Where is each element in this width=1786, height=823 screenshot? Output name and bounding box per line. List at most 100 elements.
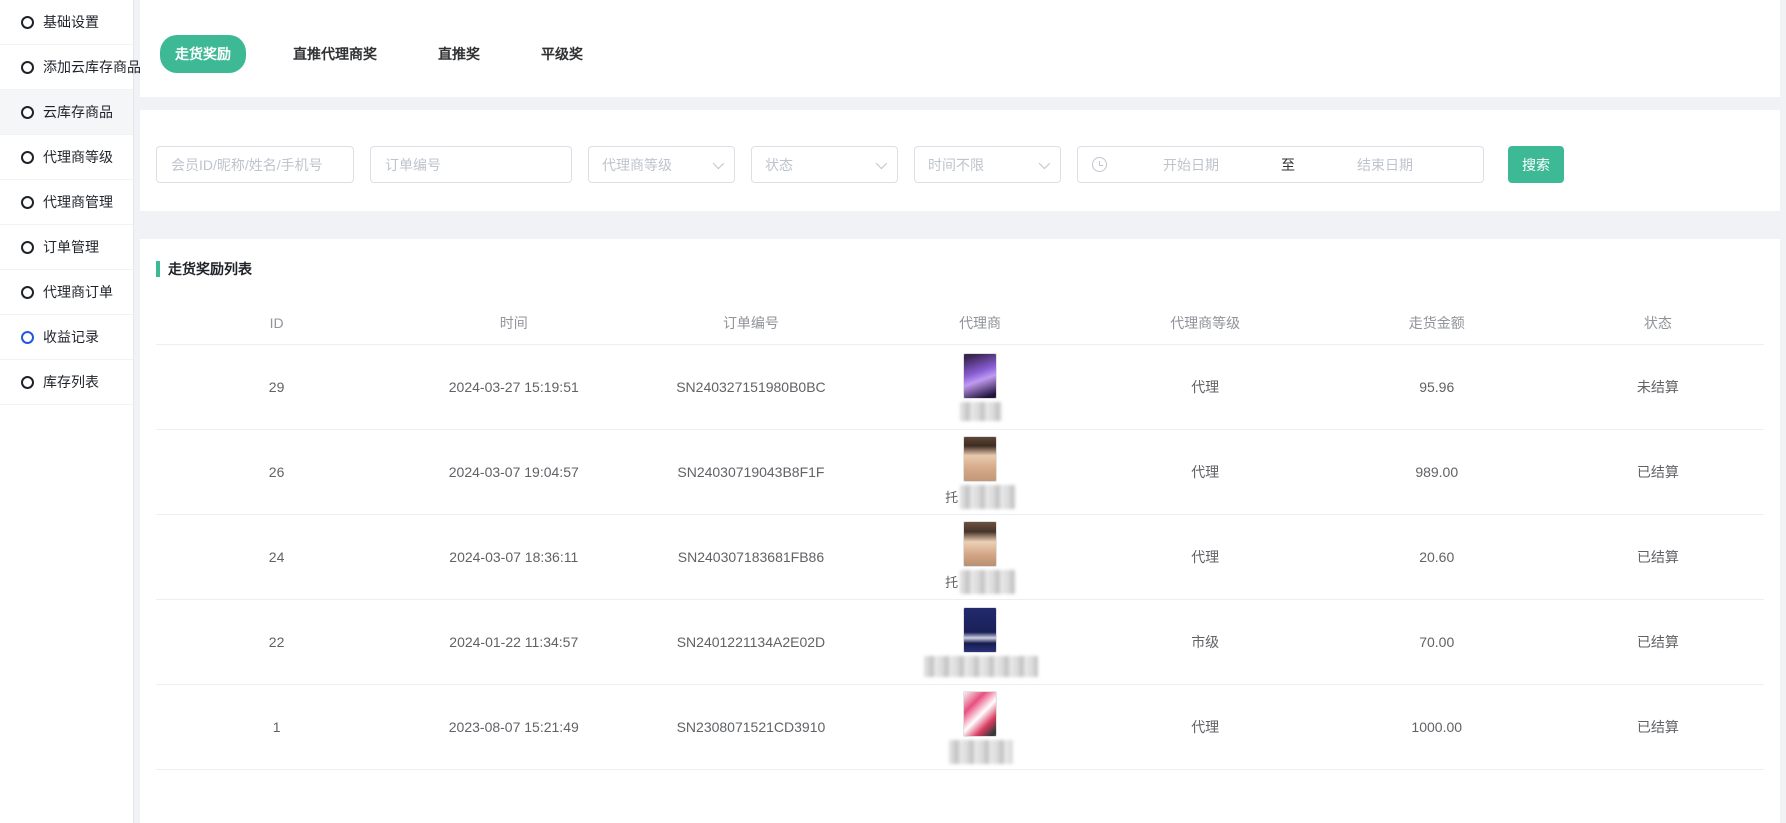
sidebar-item-label: 库存列表 — [43, 372, 99, 392]
section-title: 走货奖励列表 — [156, 259, 1764, 279]
censored-name-block — [949, 740, 1013, 764]
radio-circle-icon — [21, 196, 34, 209]
agent-avatar — [963, 691, 997, 737]
sidebar-item-earnings-records[interactable]: 收益记录 — [0, 315, 133, 360]
cell-agent — [872, 691, 1089, 764]
sidebar-item-label: 代理商订单 — [43, 282, 113, 302]
col-header-agent: 代理商 — [872, 313, 1089, 333]
col-header-amount: 走货金额 — [1322, 313, 1552, 333]
cell-agent — [872, 607, 1089, 677]
agent-level-select[interactable]: 代理商等级 — [588, 146, 735, 183]
cell-status: 已结算 — [1552, 547, 1764, 567]
censored-name-block — [924, 656, 1038, 677]
table-row: 1 2023-08-07 15:21:49 SN2308071521CD3910… — [156, 685, 1764, 770]
chevron-down-icon — [713, 157, 724, 168]
radio-circle-icon — [21, 151, 34, 164]
agent-name-censored: 托 — [945, 485, 1015, 509]
sidebar-item-agent-management[interactable]: 代理商管理 — [0, 180, 133, 225]
table-row: 24 2024-03-07 18:36:11 SN240307183681FB8… — [156, 515, 1764, 600]
censored-name-block — [960, 570, 1015, 594]
order-no-input[interactable] — [370, 146, 572, 183]
table-row: 26 2024-03-07 19:04:57 SN24030719043B8F1… — [156, 430, 1764, 515]
cell-status: 已结算 — [1552, 717, 1764, 737]
cell-time: 2024-03-07 19:04:57 — [397, 464, 630, 480]
agent-avatar — [963, 436, 997, 482]
cell-id: 26 — [156, 464, 397, 480]
sidebar-item-add-cloud-stock-product[interactable]: 添加云库存商品 — [0, 45, 133, 90]
chevron-down-icon — [876, 157, 887, 168]
radio-circle-icon — [21, 61, 34, 74]
date-range-separator: 至 — [1275, 155, 1301, 175]
cell-order-no: SN2308071521CD3910 — [630, 719, 871, 735]
sidebar: 基础设置 添加云库存商品 云库存商品 代理商等级 代理商管理 订单管理 代理商订… — [0, 0, 134, 823]
agent-avatar — [963, 353, 997, 399]
status-select[interactable]: 状态 — [751, 146, 898, 183]
main-content: 走货奖励 直推代理商奖 直推奖 平级奖 代理商等级 状态 时间不限 开始日期 — [140, 0, 1786, 823]
radio-circle-icon — [21, 16, 34, 29]
cell-agent: 托 — [872, 436, 1089, 509]
cell-order-no: SN240327151980B0BC — [630, 379, 871, 395]
sidebar-item-label: 云库存商品 — [43, 102, 113, 122]
section-title-text: 走货奖励列表 — [168, 259, 252, 279]
col-header-id: ID — [156, 315, 397, 331]
cell-id: 29 — [156, 379, 397, 395]
cell-id: 22 — [156, 634, 397, 650]
cell-agent-level: 代理 — [1089, 547, 1322, 567]
status-select-label: 状态 — [765, 155, 793, 175]
date-range-picker[interactable]: 开始日期 至 结束日期 — [1077, 146, 1484, 183]
tabs-bar: 走货奖励 直推代理商奖 直推奖 平级奖 — [140, 0, 1780, 97]
sidebar-item-label: 代理商等级 — [43, 147, 113, 167]
sidebar-item-order-management[interactable]: 订单管理 — [0, 225, 133, 270]
cell-time: 2024-01-22 11:34:57 — [397, 634, 630, 650]
clock-icon — [1092, 157, 1107, 172]
cell-status: 未结算 — [1552, 377, 1764, 397]
cell-order-no: SN24030719043B8F1F — [630, 464, 871, 480]
sidebar-item-label: 代理商管理 — [43, 192, 113, 212]
radio-circle-icon — [21, 286, 34, 299]
sidebar-item-cloud-stock-product[interactable]: 云库存商品 — [0, 90, 133, 135]
agent-name-censored — [947, 740, 1013, 764]
agent-level-select-label: 代理商等级 — [602, 155, 672, 175]
title-accent-bar — [156, 261, 160, 277]
filter-bar: 代理商等级 状态 时间不限 开始日期 至 结束日期 搜索 — [140, 110, 1780, 211]
col-header-time: 时间 — [397, 313, 630, 333]
cell-status: 已结算 — [1552, 632, 1764, 652]
search-button[interactable]: 搜索 — [1508, 146, 1564, 183]
cell-order-no: SN2401221134A2E02D — [630, 634, 871, 650]
agent-name-censored — [922, 656, 1038, 677]
end-date-placeholder[interactable]: 结束日期 — [1301, 155, 1469, 175]
sidebar-item-agent-orders[interactable]: 代理商订单 — [0, 270, 133, 315]
cell-id: 24 — [156, 549, 397, 565]
radio-circle-icon — [21, 331, 34, 344]
tab-same-level-reward[interactable]: 平级奖 — [527, 35, 597, 73]
agent-name-visible: 托 — [945, 572, 958, 591]
censored-name-block — [960, 485, 1015, 509]
agent-name-censored — [958, 402, 1002, 421]
cell-agent — [872, 353, 1089, 421]
member-search-input[interactable] — [156, 146, 354, 183]
cell-agent-level: 代理 — [1089, 462, 1322, 482]
tab-direct-reward[interactable]: 直推奖 — [424, 35, 494, 73]
cell-agent-level: 市级 — [1089, 632, 1322, 652]
agent-name-visible: 托 — [945, 487, 958, 506]
cell-time: 2024-03-27 15:19:51 — [397, 379, 630, 395]
chevron-down-icon — [1039, 157, 1050, 168]
reward-list-card: 走货奖励列表 ID 时间 订单编号 代理商 代理商等级 走货金额 状态 29 2… — [140, 239, 1780, 823]
sidebar-item-agent-level[interactable]: 代理商等级 — [0, 135, 133, 180]
tab-direct-agent-reward[interactable]: 直推代理商奖 — [279, 35, 391, 73]
col-header-status: 状态 — [1552, 313, 1764, 333]
sidebar-item-stock-list[interactable]: 库存列表 — [0, 360, 133, 405]
cell-agent-level: 代理 — [1089, 377, 1322, 397]
cell-amount: 20.60 — [1322, 549, 1552, 565]
tab-shipping-reward[interactable]: 走货奖励 — [160, 35, 246, 73]
cell-time: 2024-03-07 18:36:11 — [397, 549, 630, 565]
sidebar-item-label: 添加云库存商品 — [43, 57, 141, 77]
cell-status: 已结算 — [1552, 462, 1764, 482]
agent-avatar — [963, 607, 997, 653]
time-range-select[interactable]: 时间不限 — [914, 146, 1061, 183]
cell-id: 1 — [156, 719, 397, 735]
sidebar-item-label: 订单管理 — [43, 237, 99, 257]
sidebar-item-basic-settings[interactable]: 基础设置 — [0, 0, 133, 45]
radio-circle-icon — [21, 241, 34, 254]
start-date-placeholder[interactable]: 开始日期 — [1107, 155, 1275, 175]
